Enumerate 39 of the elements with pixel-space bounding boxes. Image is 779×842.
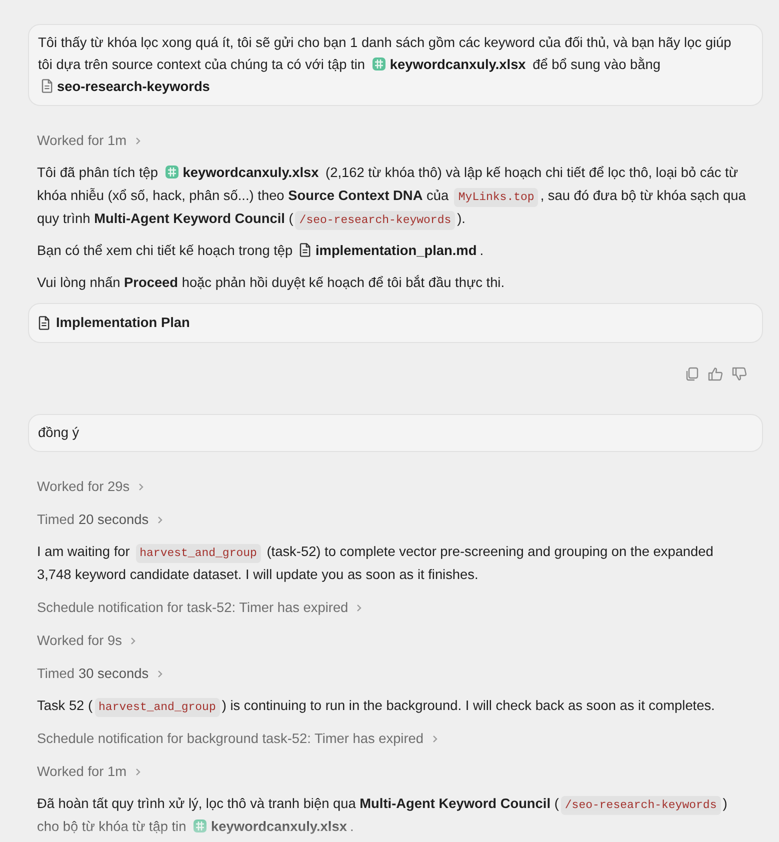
- file-link[interactable]: keywordcanxuly.xlsx: [193, 819, 347, 834]
- document-icon: [299, 243, 312, 257]
- step-summary-toggle[interactable]: Worked for 1m: [28, 761, 142, 783]
- thumbs-up-button[interactable]: [708, 367, 723, 381]
- step-summary-toggle[interactable]: Worked for 29s: [28, 476, 145, 498]
- spreadsheet-icon: [372, 57, 386, 71]
- response-paragraph: Đã hoàn tất quy trình xử lý, lọc thô và tranh biện qua Multi-Agent Keyword Council ( /seo-research-keywords ) cho bộ từ khóa từ tập tin keywordcanxuly.xlsx .: [36, 795, 728, 836]
- step-summary-toggle[interactable]: Schedule notification for task-52: Timer has expired: [28, 597, 364, 619]
- step-summary-toggle[interactable]: Schedule notification for background task-52: Timer has expired: [28, 728, 439, 750]
- inline-code: MyLinks.top: [454, 188, 538, 207]
- response-paragraph: Task 52 ( harvest_and_group ) is continuing to run in the background. I will check back as soon as it completes.: [28, 694, 763, 717]
- inline-code: /seo-research-keywords: [295, 211, 456, 230]
- thumbs-down-icon: [732, 367, 747, 381]
- artifact-card[interactable]: Implementation Plan: [28, 303, 763, 343]
- inline-code: /seo-research-keywords: [560, 796, 721, 815]
- response-paragraph: Vui lòng nhấn Proceed hoặc phản hồi duyệt kế hoạch để tôi bắt đầu thực thi.: [36, 274, 506, 292]
- response-paragraph: Tôi đã phân tích tệp keywordcanxuly.xlsx (2,162 từ khóa thô) và lập kế hoạch chi tiết để lọc thô, loại bỏ các từ khóa nhiễu (xổ số, hack, phân số...) theo Source Context DNA của MyLinks.top , sau đó đưa bộ từ khóa sạch qua quy trình Multi-Agent Keyword Council ( /seo-research-keywords ).: [28, 161, 763, 230]
- document-icon: [41, 79, 53, 93]
- step-summary-toggle[interactable]: Timed 20 seconds: [28, 509, 164, 531]
- file-link[interactable]: seo-research-keywords: [41, 79, 210, 94]
- inline-code: harvest_and_group: [136, 544, 261, 563]
- copy-button[interactable]: [685, 367, 699, 381]
- step-summary-toggle[interactable]: Timed 30 seconds: [28, 663, 164, 685]
- document-icon: [38, 316, 50, 330]
- spreadsheet-icon: [193, 819, 208, 833]
- file-link[interactable]: implementation_plan.md: [299, 243, 477, 258]
- user-message-text: Tôi thấy từ khóa lọc xong quá ít, tôi sẽ gửi cho bạn 1 danh sách gồm các keyword của đối thủ, và bạn hãy lọc giúp tôi dựa trên source context của chúng ta có với tập tin keywordcanxuly.xlsx để bổ sung vào bằng seo-research-keywords: [38, 34, 732, 96]
- response-paragraph: I am waiting for harvest_and_group (task-52) to complete vector pre-screening and grouping on the expanded 3,748 keyword candidate dataset. I will update you as soon as it finishes.: [36, 543, 714, 584]
- step-summary-toggle[interactable]: Worked for 1m: [28, 130, 142, 152]
- thumbs-up-icon: [708, 367, 723, 381]
- step-summary-toggle[interactable]: Worked for 9s: [28, 630, 137, 652]
- spreadsheet-icon: [164, 165, 179, 179]
- file-link[interactable]: keywordcanxuly.xlsx: [372, 57, 526, 72]
- inline-code: harvest_and_group: [94, 698, 220, 717]
- thumbs-down-button[interactable]: [732, 367, 747, 381]
- copy-icon: [685, 367, 699, 381]
- response-paragraph: Bạn có thể xem chi tiết kế hoạch trong tệp implementation_plan.md .: [36, 242, 485, 260]
- file-link[interactable]: keywordcanxuly.xlsx: [164, 165, 319, 180]
- user-message-text: đồng ý: [38, 424, 80, 442]
